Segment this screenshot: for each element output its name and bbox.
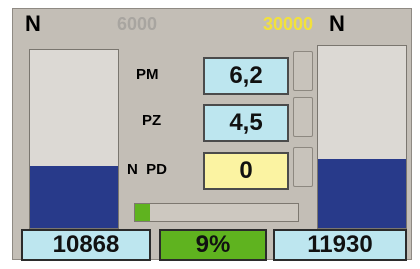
monitor-panel: N 6000 30000 N PM PZ N PD 6,2 4,5 0 1086… (12, 8, 412, 261)
right-gauge-fill (318, 158, 406, 228)
progress-bar (134, 203, 299, 222)
right-level-gauge (317, 45, 407, 229)
n-left-label: N (25, 11, 41, 36)
pz-indicator-button[interactable] (293, 97, 313, 137)
left-level-gauge (29, 49, 119, 229)
pm-indicator-button[interactable] (293, 51, 313, 91)
npd-indicator-button[interactable] (293, 147, 313, 187)
npd-label: N PD (127, 161, 168, 178)
percent-display: 9% (159, 229, 267, 261)
pm-value-field: 6,2 (203, 57, 289, 95)
right-counter: 11930 (273, 229, 407, 261)
left-gauge-fill (30, 165, 118, 228)
progress-bar-fill (135, 204, 150, 221)
pz-value-field: 4,5 (203, 104, 289, 142)
pz-label: PZ (142, 112, 162, 129)
n-right-label: N (329, 11, 345, 36)
npd-value-field[interactable]: 0 (203, 152, 289, 190)
limit-low-label: 6000 (117, 14, 158, 34)
left-counter: 10868 (21, 229, 151, 261)
limit-high-label: 30000 (263, 14, 314, 34)
pm-label: PM (136, 66, 159, 83)
